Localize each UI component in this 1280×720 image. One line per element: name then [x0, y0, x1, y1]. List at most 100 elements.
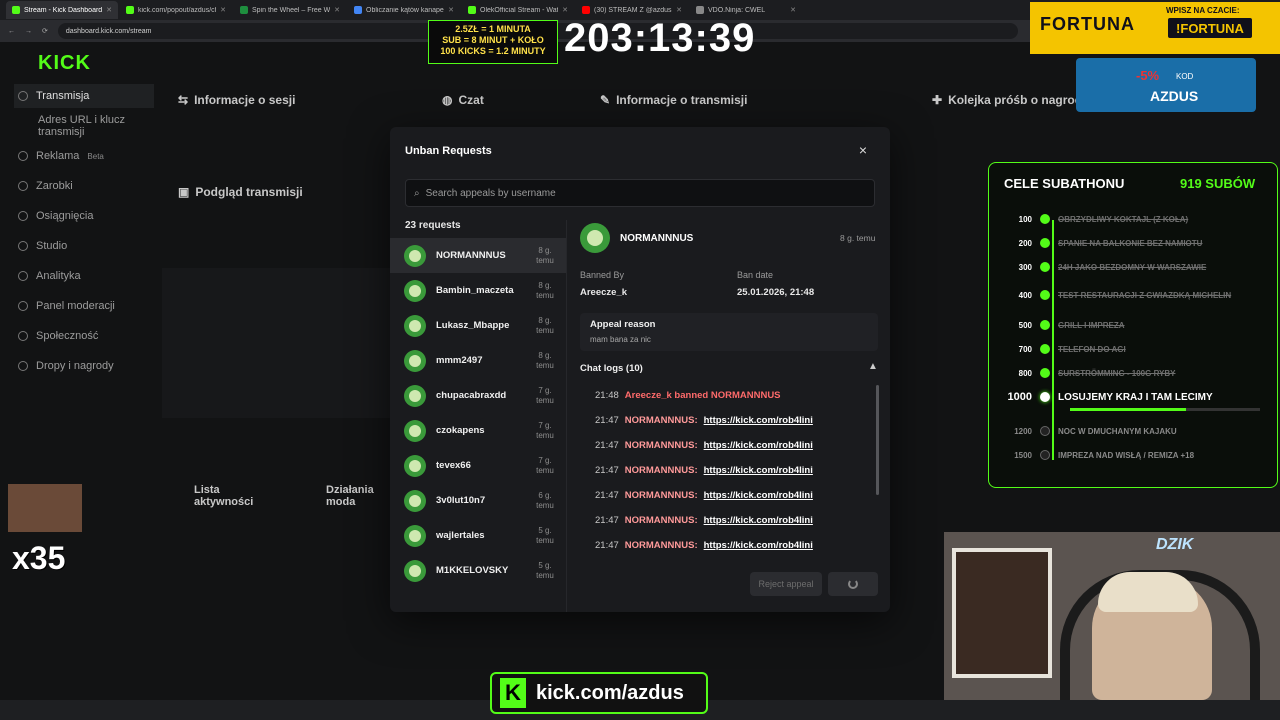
log-link[interactable]: https://kick.com/rob4lini	[704, 440, 813, 451]
goal-marker-icon	[1040, 426, 1050, 436]
banned-by-label: Banned By	[580, 270, 625, 280]
approve-appeal-button[interactable]	[828, 572, 878, 596]
sidebar-item-icon	[18, 181, 28, 191]
tab-favicon-icon	[126, 6, 134, 14]
close-icon[interactable]: ×	[856, 143, 870, 157]
tab-favicon-icon	[12, 6, 20, 14]
sidebar-item-label: Reklama	[36, 150, 80, 162]
sidebar-item-label: Transmisja	[36, 90, 90, 102]
sidebar-item-label: Zarobki	[36, 180, 73, 192]
chat-logs-scrollbar[interactable]	[876, 385, 879, 495]
request-time: 8 g. temu	[536, 280, 554, 300]
log-link[interactable]: https://kick.com/rob4lini	[704, 490, 813, 501]
browser-tab[interactable]: Spin the Wheel – Free Wheel Sp✕	[234, 1, 346, 19]
sidebar-item[interactable]: Reklama Beta	[14, 144, 154, 168]
log-time: 21:47	[595, 515, 619, 526]
tab-label: Spin the Wheel – Free Wheel Sp	[252, 6, 331, 14]
log-username: NORMANNNUS:	[624, 465, 698, 476]
goal-label: SPANIE NA BALKONIE BEZ NAMIOTU	[1058, 238, 1203, 248]
list-item[interactable]: czokapens 7 g. temu	[390, 413, 566, 448]
panel-session-title: ⇆ Informacje o sesji	[178, 93, 296, 107]
search-input[interactable]: ⌕ Search appeals by username	[405, 179, 875, 207]
close-tab-icon[interactable]: ✕	[676, 6, 682, 14]
avatar	[404, 454, 426, 477]
subathon-goal: 1000 LOSUJEMY KRAJ I TAM LECIMY	[1000, 386, 1270, 408]
sidebar-item-icon	[18, 211, 28, 221]
chevron-up-icon[interactable]: ▲	[868, 361, 878, 372]
forward-icon[interactable]: →	[25, 28, 32, 35]
list-item[interactable]: mmm2497 8 g. temu	[390, 343, 566, 378]
sidebar-item[interactable]: Studio	[14, 234, 154, 258]
browser-tab[interactable]: OlekOfficial Stream - Watch Liv ✕	[462, 1, 574, 19]
sidebar-item[interactable]: Adres URL i klucz transmisji	[14, 114, 154, 138]
dzik-discount: -5%	[1136, 68, 1160, 83]
back-icon[interactable]: ←	[8, 28, 15, 35]
close-tab-icon[interactable]: ✕	[790, 6, 796, 14]
subathon-goal: 500 GRILL I IMPREZA	[1000, 314, 1270, 336]
list-item[interactable]: NORMANNNUS 8 g. temu	[390, 238, 566, 273]
log-link[interactable]: https://kick.com/rob4lini	[704, 415, 813, 426]
emote-counter: x35	[12, 540, 66, 576]
request-time: 7 g. temu	[536, 420, 554, 440]
browser-tab[interactable]: kick.com/popout/azdus/chat ✕	[120, 1, 232, 19]
close-tab-icon[interactable]: ✕	[106, 6, 112, 14]
reject-appeal-button[interactable]: Reject appeal	[750, 572, 822, 596]
sidebar-item[interactable]: Osiągnięcia	[14, 204, 154, 228]
requests-count: 23 requests	[405, 220, 461, 231]
tab-label: kick.com/popout/azdus/chat	[138, 6, 217, 14]
emote-image	[8, 484, 82, 532]
sidebar-item-icon	[18, 151, 28, 161]
tab-label: OlekOfficial Stream - Watch Liv	[480, 6, 558, 14]
request-time: 5 g. temu	[536, 560, 554, 580]
sidebar-item[interactable]: Transmisja	[14, 84, 154, 108]
sidebar-item[interactable]: Zarobki	[14, 174, 154, 198]
sidebar-item-label: Dropy i nagrody	[36, 360, 114, 372]
fortuna-brand: FORTUNA	[1040, 14, 1135, 34]
list-item[interactable]: wajlertales 5 g. temu	[390, 518, 566, 553]
panel-chat-title: ◍ Czat	[442, 93, 484, 107]
goal-label: SURSTRÖMMING - 100G RYBY	[1058, 368, 1176, 378]
chat-logs-label: Chat logs (10)	[580, 363, 643, 374]
subathon-goal: 100 OBRZYDLIWY KOKTAJL (Z KOŁA)	[1000, 208, 1270, 230]
sidebar-item[interactable]: Panel moderacji	[14, 294, 154, 318]
sidebar-item[interactable]: Analityka	[14, 264, 154, 288]
list-item[interactable]: chupacabraxdd 7 g. temu	[390, 378, 566, 413]
sidebar-item[interactable]: Dropy i nagrody	[14, 354, 154, 378]
list-item[interactable]: Bambin_maczeta 8 g. temu	[390, 273, 566, 308]
sidebar-item-label: Adres URL i klucz transmisji	[38, 114, 126, 138]
list-item[interactable]: tevex66 7 g. temu	[390, 448, 566, 483]
avatar	[404, 349, 426, 372]
goal-label: NOC W DMUCHANYM KAJAKU	[1058, 426, 1177, 436]
rates-box: 2.5ZŁ = 1 MINUTA SUB = 8 MINUT + KOŁO 10…	[428, 20, 558, 64]
goal-marker-icon	[1040, 392, 1050, 402]
request-time: 8 g. temu	[536, 350, 554, 370]
close-tab-icon[interactable]: ✕	[334, 6, 340, 14]
browser-tab[interactable]: Stream - Kick Dashboard ✕	[6, 1, 118, 19]
beta-badge: Beta	[87, 151, 104, 161]
browser-tab[interactable]: Obliczanie kątów kanapek z s ✕	[348, 1, 460, 19]
dzik-logo: DZIK	[1156, 536, 1194, 553]
webcam-streamer-hair	[1098, 572, 1198, 612]
subathon-goal: 200 SPANIE NA BALKONIE BEZ NAMIOTU	[1000, 232, 1270, 254]
sidebar-item-label: Panel moderacji	[36, 300, 115, 312]
request-username: Bambin_maczeta	[436, 285, 514, 296]
log-username: NORMANNNUS:	[624, 415, 698, 426]
log-username: NORMANNNUS:	[624, 515, 698, 526]
reload-icon[interactable]: ⟳	[42, 27, 48, 35]
sidebar-item[interactable]: Społeczność	[14, 324, 154, 348]
goal-threshold: 200	[1018, 238, 1032, 248]
goal-marker-icon	[1040, 290, 1050, 300]
log-link[interactable]: https://kick.com/rob4lini	[704, 515, 813, 526]
close-tab-icon[interactable]: ✕	[562, 6, 568, 14]
ban-date-label: Ban date	[737, 270, 774, 280]
sidebar-item-label: Osiągnięcia	[36, 210, 94, 222]
list-item[interactable]: 3v0lut10n7 6 g. temu	[390, 483, 566, 518]
list-item[interactable]: Lukasz_Mbappe 8 g. temu	[390, 308, 566, 343]
log-link[interactable]: https://kick.com/rob4lini	[704, 465, 813, 476]
close-tab-icon[interactable]: ✕	[448, 6, 454, 14]
list-item[interactable]: M1KKELOVSKY 5 g. temu	[390, 553, 566, 588]
close-tab-icon[interactable]: ✕	[220, 6, 226, 14]
log-link[interactable]: https://kick.com/rob4lini	[704, 540, 813, 551]
request-username: Lukasz_Mbappe	[436, 320, 510, 331]
loading-spinner-icon	[848, 579, 858, 589]
